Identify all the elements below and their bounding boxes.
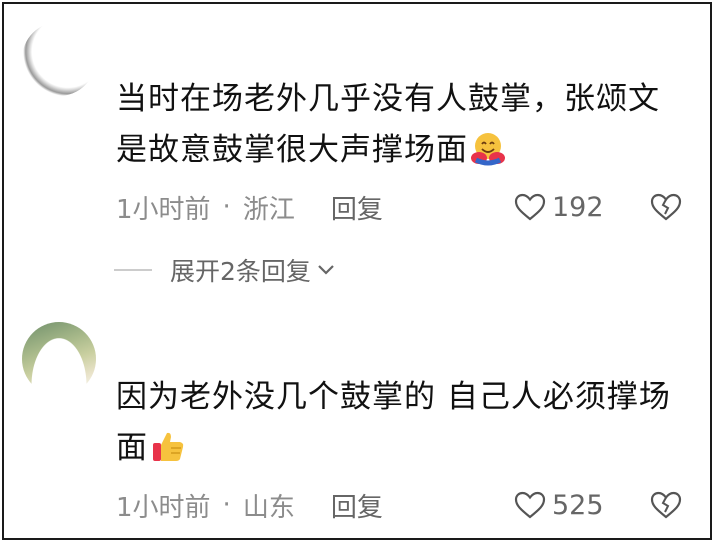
like-button[interactable]: 525 bbox=[514, 485, 604, 525]
expand-divider bbox=[114, 269, 152, 271]
thumbs-up-icon bbox=[153, 432, 184, 461]
like-count: 525 bbox=[552, 489, 604, 521]
comment-text: 因为老外没几个鼓掌的 自己人必须撑场面 bbox=[116, 379, 671, 466]
comment-meta: 1小时前 · 山东 回复 bbox=[116, 485, 383, 525]
expand-replies-button[interactable]: 展开2条回复 bbox=[114, 252, 335, 288]
like-button[interactable]: 192 bbox=[514, 187, 604, 227]
broken-heart-icon[interactable] bbox=[650, 191, 682, 223]
avatar[interactable] bbox=[22, 322, 96, 396]
meta-separator: · bbox=[222, 490, 231, 520]
comment-location: 浙江 bbox=[242, 194, 295, 225]
chevron-down-icon bbox=[318, 265, 334, 275]
comment-time: 1小时前 bbox=[116, 492, 211, 523]
reply-button[interactable]: 回复 bbox=[331, 189, 383, 226]
comment-time: 1小时前 bbox=[116, 194, 211, 225]
avatar[interactable] bbox=[22, 22, 96, 96]
expand-replies-label: 展开2条回复 bbox=[170, 257, 311, 286]
heart-icon bbox=[514, 193, 546, 221]
broken-heart-icon[interactable] bbox=[650, 489, 682, 521]
heart-icon bbox=[514, 491, 546, 519]
comment-meta: 1小时前 · 浙江 回复 bbox=[116, 187, 383, 227]
hugging-face-icon bbox=[471, 133, 505, 166]
reply-button[interactable]: 回复 bbox=[331, 487, 383, 524]
comment-location: 山东 bbox=[242, 492, 295, 523]
comment-text: 当时在场老外几乎没有人鼓掌，张颂文是故意鼓掌很大声撑场面 bbox=[116, 81, 660, 168]
meta-separator: · bbox=[222, 192, 231, 222]
like-count: 192 bbox=[552, 191, 604, 223]
